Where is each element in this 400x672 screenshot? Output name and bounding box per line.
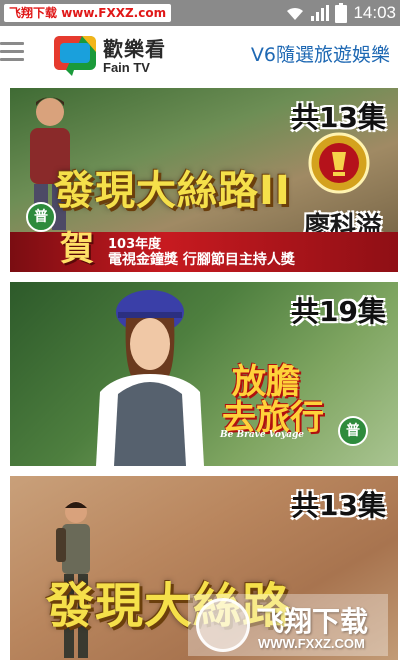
episode-count: 共13集 bbox=[291, 489, 386, 522]
wifi-icon bbox=[287, 7, 304, 21]
rating-badge: 普 bbox=[26, 202, 56, 232]
award-banner: 賀 103年度 電視金鐘獎 行腳節目主持人獎 bbox=[10, 229, 398, 272]
signal-icon bbox=[311, 5, 330, 21]
program-title-logo: 放膽 去旅行 Be Brave Voyage bbox=[220, 354, 338, 444]
menu-icon-bar bbox=[0, 42, 24, 45]
watermark-overlay: 飞翔下载 WWW.FXXZ.COM bbox=[188, 594, 388, 656]
watermark-logo-icon bbox=[196, 598, 250, 652]
channel-title: V6隨選旅遊娛樂 bbox=[250, 44, 390, 66]
list-bottom bbox=[0, 664, 400, 672]
menu-button[interactable] bbox=[0, 42, 26, 66]
award-trophy-icon bbox=[308, 132, 370, 194]
status-bar: 飞翔下载 www.FXXZ.com 14:03 bbox=[0, 0, 400, 26]
program-card-silk-road-2[interactable]: 共13集 發現大絲路II 普 廖科溢 賀 103年度 電視金鐘獎 行腳節目主持人… bbox=[10, 88, 398, 272]
brand: 歡樂看 Fain TV bbox=[103, 33, 203, 75]
award-text: 電視金鐘獎 行腳節目主持人獎 bbox=[108, 252, 295, 268]
episode-count: 共19集 bbox=[291, 295, 386, 328]
host-figure-image bbox=[96, 290, 204, 466]
program-card-be-brave-voyage[interactable]: 共19集 放膽 去旅行 Be Brave Voyage 普 bbox=[10, 282, 398, 466]
brand-name-en: Fain TV bbox=[103, 60, 150, 75]
episode-count: 共13集 bbox=[291, 101, 386, 134]
app-header: 歡樂看 Fain TV V6隨選旅遊娛樂 bbox=[0, 26, 400, 84]
menu-icon-bar bbox=[0, 50, 24, 53]
award-congrats: 賀 bbox=[60, 229, 94, 269]
brand-name-cn: 歡樂看 bbox=[103, 37, 166, 61]
rating-badge: 普 bbox=[338, 416, 368, 446]
battery-icon bbox=[335, 3, 348, 23]
watermark-tag-cn: 飞翔下载 bbox=[9, 6, 58, 20]
program-title: 發現大絲路II bbox=[54, 168, 291, 214]
watermark-overlay-url: WWW.FXXZ.COM bbox=[258, 636, 365, 651]
program-subtitle: Be Brave Voyage bbox=[220, 430, 304, 440]
status-time: 14:03 bbox=[353, 3, 396, 22]
menu-icon-bar bbox=[0, 58, 24, 61]
watermark-tag: 飞翔下载 www.FXXZ.com bbox=[4, 4, 172, 22]
watermark-tag-url: www.FXXZ.com bbox=[61, 6, 167, 20]
fain-tv-logo-icon bbox=[54, 36, 96, 76]
watermark-overlay-cn: 飞翔下载 bbox=[256, 605, 369, 638]
status-icons: 14:03 bbox=[285, 0, 396, 26]
